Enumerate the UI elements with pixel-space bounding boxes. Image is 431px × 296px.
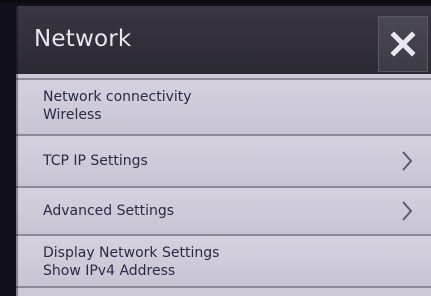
tcp-ip-settings-label: TCP IP Settings (43, 153, 148, 169)
chevron-right-icon (402, 151, 413, 171)
network-connectivity-value: Wireless (43, 107, 102, 123)
close-icon (390, 31, 416, 57)
display-network-settings-label: Display Network Settings (43, 245, 220, 261)
close-button[interactable] (378, 16, 428, 72)
display-network-settings-value: Show IPv4 Address (43, 263, 176, 279)
network-connectivity-label: Network connectivity (43, 89, 192, 105)
title-bar: Network (16, 6, 431, 74)
advanced-settings-label: Advanced Settings (43, 203, 175, 219)
list-item-network-connectivity[interactable]: Network connectivity Wireless (16, 80, 431, 136)
chevron-right-icon (402, 201, 413, 221)
screen-edge-shadow (16, 6, 18, 296)
list-item-display-network-settings[interactable]: Display Network Settings Show IPv4 Addre… (16, 236, 431, 288)
list-item-tcp-ip-settings[interactable]: TCP IP Settings (16, 136, 431, 188)
page-title: Network (34, 26, 132, 52)
settings-list: Network connectivity Wireless TCP IP Set… (16, 78, 431, 288)
screen: Network Network connectivity Wireless TC… (16, 6, 431, 296)
list-item-advanced-settings[interactable]: Advanced Settings (16, 188, 431, 236)
